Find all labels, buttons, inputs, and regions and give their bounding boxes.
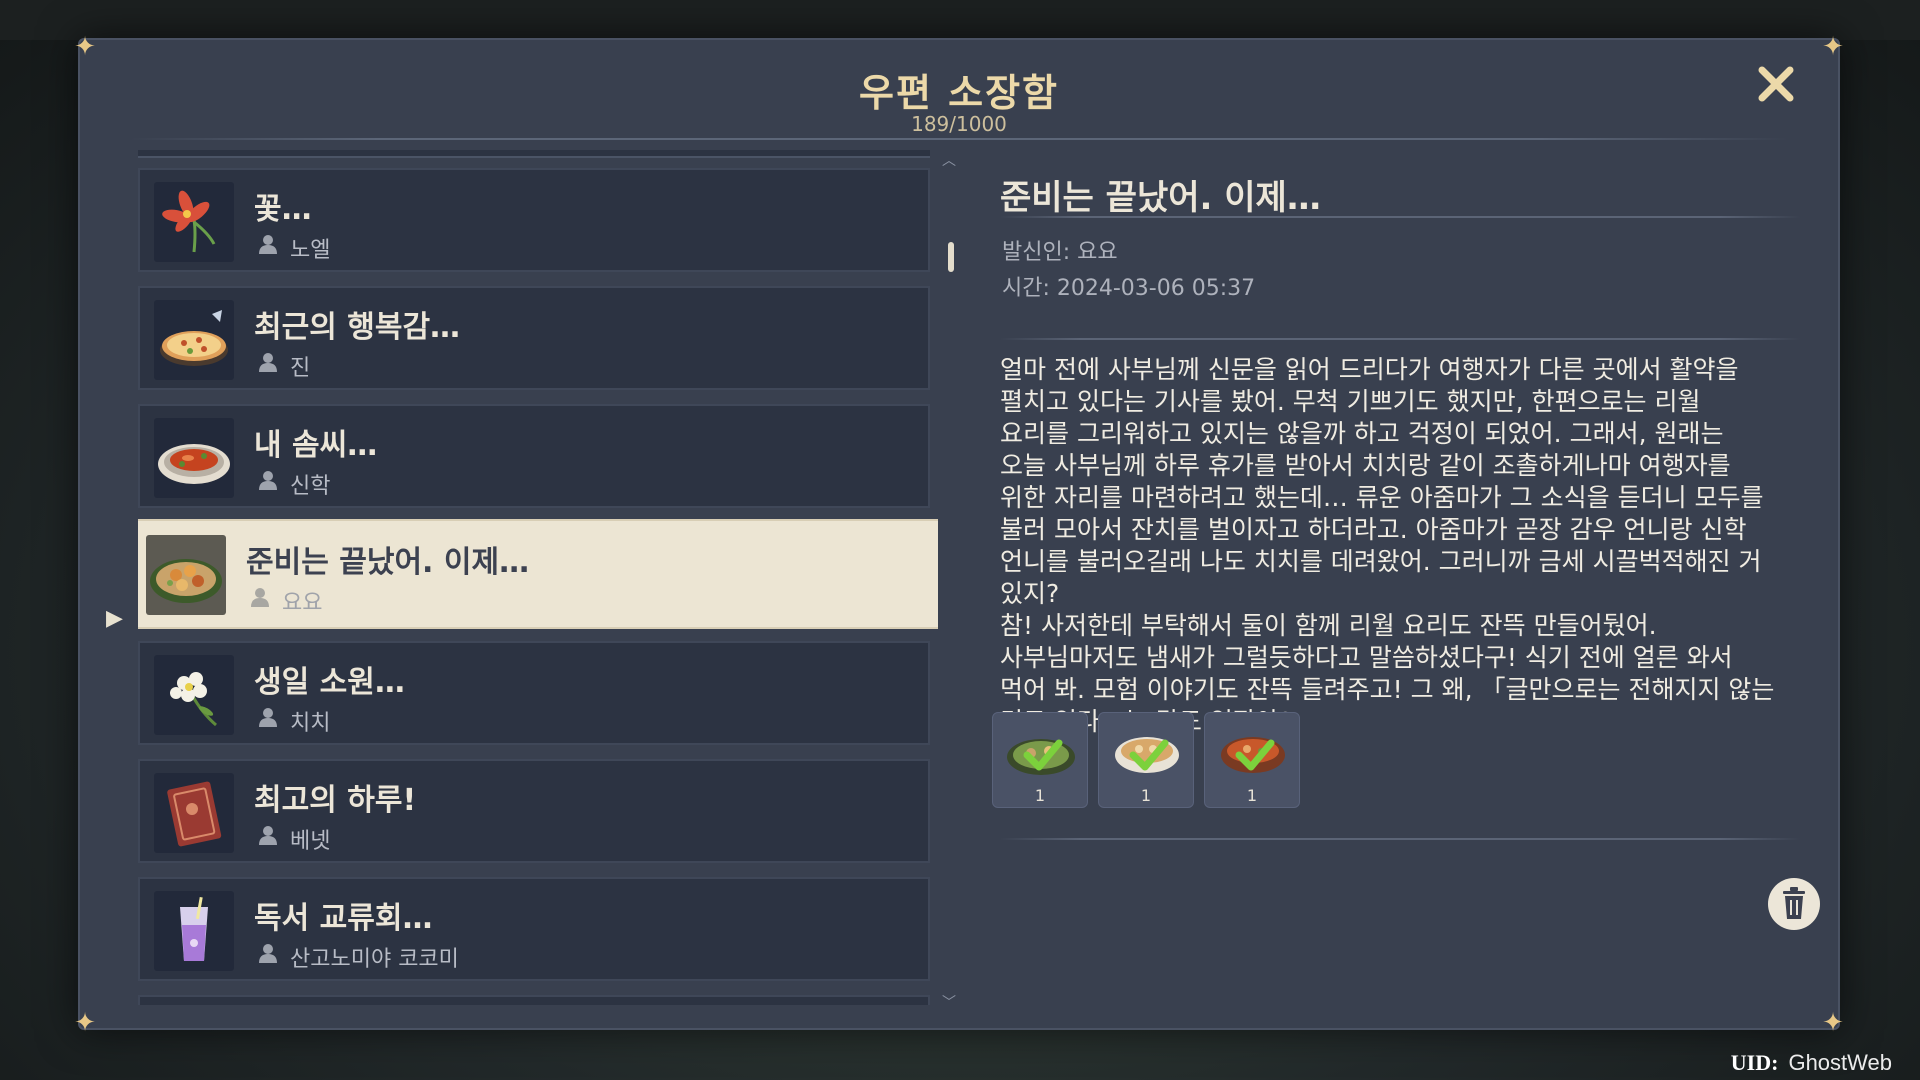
- person-icon: [259, 471, 277, 490]
- trash-icon: [1783, 887, 1805, 919]
- mail-title: 꽃…: [254, 192, 312, 227]
- dish-icon: [154, 418, 234, 498]
- mail-title: 독서 교류회…: [254, 901, 433, 936]
- person-icon: [259, 708, 277, 727]
- corner-ornament-icon: ✦: [74, 32, 96, 62]
- checkmark-icon: [1023, 739, 1063, 771]
- corner-ornament-icon: ✦: [1822, 32, 1844, 62]
- mail-item[interactable]: 최근의 행복감… 진: [138, 286, 930, 390]
- detail-title: 준비는 끝났어. 이제…: [1000, 178, 1321, 218]
- flower-icon: [154, 182, 234, 262]
- food-plate-icon: [146, 535, 226, 615]
- list-item-partial: [138, 150, 930, 158]
- mail-sender: 노엘: [290, 238, 331, 263]
- person-icon: [259, 235, 277, 254]
- mail-title: 내 솜씨…: [254, 428, 378, 463]
- mail-sender: 진: [290, 356, 311, 381]
- uid-watermark: UID: GhostWeb: [1731, 1050, 1892, 1076]
- attachment-quantity: 1: [1140, 786, 1152, 805]
- mail-item[interactable]: 꽃… 노엘: [138, 168, 930, 272]
- corner-ornament-icon: ✦: [74, 1008, 96, 1038]
- attachment-item-3[interactable]: 1: [1204, 712, 1300, 808]
- scroll-up-icon[interactable]: ︿: [942, 150, 956, 170]
- checkmark-icon: [1235, 739, 1275, 771]
- attachment-item-1[interactable]: 1: [992, 712, 1088, 808]
- close-icon: [1758, 66, 1794, 102]
- mail-sender: 치치: [290, 711, 331, 736]
- detail-title-divider: [1000, 216, 1800, 218]
- detail-body: 얼마 전에 사부님께 신문을 읽어 드리다가 여행자가 다른 곳에서 활약을 펼…: [1000, 355, 1775, 736]
- mail-sender: 베넷: [290, 829, 331, 854]
- mail-item[interactable]: 생일 소원… 치치: [138, 641, 930, 745]
- person-icon: [259, 353, 277, 372]
- mail-item[interactable]: 내 솜씨… 신학: [138, 404, 930, 508]
- mail-title: 최고의 하루!: [254, 783, 417, 818]
- mail-title: 생일 소원…: [254, 665, 405, 700]
- close-button[interactable]: [1752, 64, 1800, 112]
- person-icon: [259, 826, 277, 845]
- book-icon: [154, 773, 234, 853]
- mailbox-title: 우편 소장함: [858, 71, 1060, 115]
- mailbox-modal: ✦ ✦ ✦ ✦ 우편 소장함 189/1000 꽃… 노엘 최근의 행복감… 진…: [74, 32, 1844, 1038]
- mail-sender: 요요: [282, 591, 323, 616]
- detail-sender: 발신인: 요요: [1002, 240, 1118, 265]
- attachment-item-2[interactable]: 1: [1098, 712, 1194, 808]
- detail-meta-divider: [1000, 338, 1800, 340]
- scroll-down-icon[interactable]: ﹀: [942, 992, 956, 1012]
- list-scrollbar[interactable]: [948, 242, 954, 272]
- person-icon: [259, 944, 277, 963]
- uid-value: GhostWeb: [1788, 1050, 1892, 1075]
- mail-item-partial[interactable]: [138, 995, 930, 1005]
- mail-count: 189/1000: [911, 112, 1007, 136]
- mail-list[interactable]: 꽃… 노엘 최근의 행복감… 진 내 솜씨… 신학 준비는 끝났어. 이제… 요…: [138, 150, 938, 1005]
- mail-title: 준비는 끝났어. 이제…: [246, 545, 530, 580]
- mail-sender: 산고노미야 코코미: [290, 947, 459, 972]
- drink-icon: [154, 891, 234, 971]
- uid-label: UID:: [1730, 1050, 1779, 1075]
- white-flower-icon: [154, 655, 234, 735]
- mail-item-selected[interactable]: 준비는 끝났어. 이제… 요요: [138, 519, 938, 629]
- selection-arrow-icon: ▶: [106, 606, 123, 631]
- mail-detail: 준비는 끝났어. 이제… 발신인: 요요 시간: 2024-03-06 05:3…: [990, 150, 1800, 1005]
- title-divider: [130, 138, 1788, 140]
- mail-item[interactable]: 최고의 하루! 베넷: [138, 759, 930, 863]
- mail-sender: 신학: [290, 474, 331, 499]
- person-icon: [251, 588, 269, 607]
- background-top-bar: [0, 0, 1920, 40]
- attachment-quantity: 1: [1034, 786, 1046, 805]
- mail-title: 최근의 행복감…: [254, 310, 461, 345]
- attachment-quantity: 1: [1246, 786, 1258, 805]
- detail-time: 시간: 2024-03-06 05:37: [1002, 276, 1256, 301]
- pizza-icon: [154, 300, 234, 380]
- detail-body-divider: [1000, 838, 1800, 840]
- delete-button[interactable]: [1768, 878, 1820, 930]
- mail-item[interactable]: 독서 교류회… 산고노미야 코코미: [138, 877, 930, 981]
- corner-ornament-icon: ✦: [1822, 1008, 1844, 1038]
- checkmark-icon: [1129, 739, 1169, 771]
